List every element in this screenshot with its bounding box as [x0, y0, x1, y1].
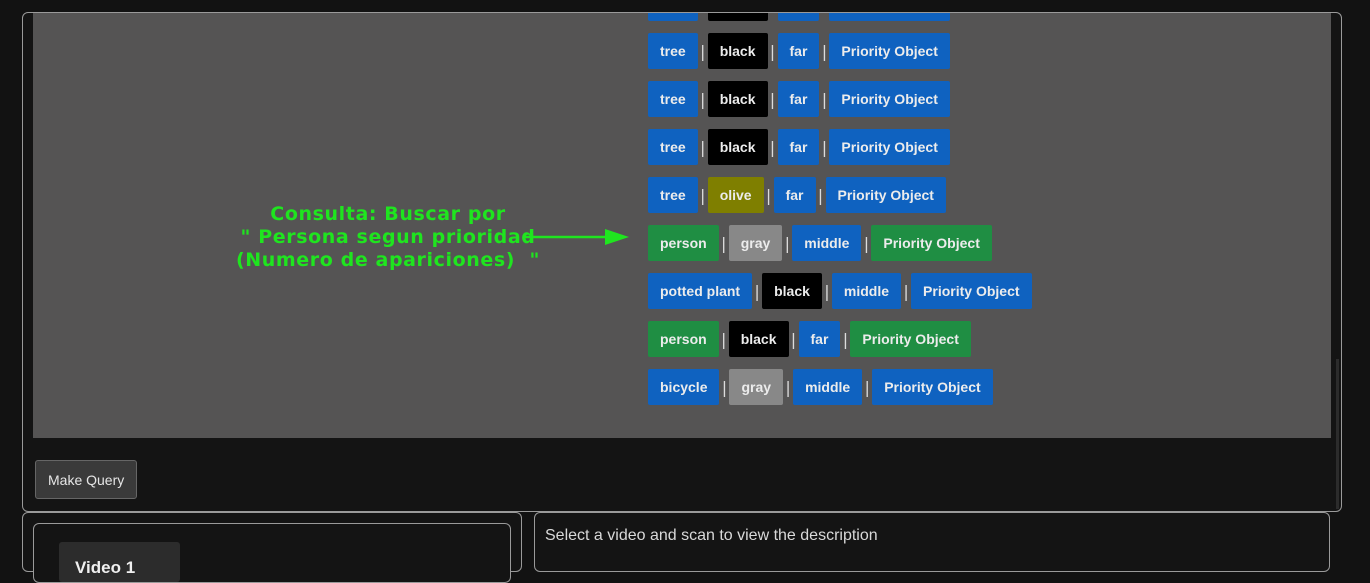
video-list-panel: Video 1: [22, 512, 522, 583]
distance-tag[interactable]: far: [777, 81, 820, 117]
tag-separator: |: [842, 329, 849, 349]
priority-tag[interactable]: Priority Object: [829, 81, 950, 117]
priority-tag[interactable]: Priority Object: [829, 129, 950, 165]
distance-tag[interactable]: far: [773, 177, 816, 213]
annotation-line-3: (Numero de apariciones) ": [235, 249, 541, 271]
result-row: tree|black|far|Priority Object: [648, 81, 950, 117]
priority-tag[interactable]: Priority Object: [871, 225, 992, 261]
tag-separator: |: [720, 233, 727, 253]
result-row: tree|black|far|Priority Object: [648, 33, 950, 69]
query-results-area[interactable]: tree | black | far | Priority Object tree | black…: [33, 13, 1331, 438]
color-tag[interactable]: black: [707, 33, 768, 69]
color-tag[interactable]: black: [707, 129, 768, 165]
tag-separator: |: [821, 89, 828, 109]
tag-separator: |: [821, 137, 828, 157]
tag-separator: |: [790, 329, 797, 349]
object-tag[interactable]: tree: [648, 129, 698, 165]
result-row: bicycle | gray | middle | Priority Object: [648, 369, 993, 405]
object-tag[interactable]: potted plant: [648, 273, 753, 309]
tag-separator: |: [699, 41, 706, 61]
object-tag[interactable]: tree: [648, 13, 698, 21]
priority-tag[interactable]: Priority Object: [825, 177, 946, 213]
object-tag[interactable]: person: [648, 225, 719, 261]
distance-tag[interactable]: far: [777, 33, 820, 69]
distance-tag[interactable]: middle: [831, 273, 902, 309]
video-tab[interactable]: Video 1: [59, 542, 180, 582]
color-tag[interactable]: black: [728, 321, 789, 357]
tag-separator: |: [769, 89, 776, 109]
tag-separator: |: [824, 281, 830, 301]
result-row: person | black | far | Priority Object: [648, 321, 971, 357]
color-tag[interactable]: black: [762, 273, 822, 309]
tag-separator: |: [864, 377, 870, 397]
result-row: potted plant | black | middle | Priority Objec…: [648, 273, 1032, 309]
result-row: tree|black|far|Priority Object: [648, 129, 950, 165]
tag-separator: |: [821, 41, 828, 61]
result-row: person | gray | middle | Priority Object: [648, 225, 992, 261]
distance-tag[interactable]: middle: [793, 369, 863, 405]
object-tag[interactable]: tree: [648, 33, 698, 69]
tag-separator: |: [721, 377, 728, 397]
priority-tag[interactable]: Priority Object: [829, 13, 950, 21]
distance-tag[interactable]: middle: [792, 225, 862, 261]
tag-separator: |: [699, 185, 706, 205]
result-row: tree|black|far|Priority Object: [648, 13, 950, 21]
color-tag[interactable]: black: [707, 13, 768, 21]
tag-separator: |: [817, 185, 824, 205]
color-tag[interactable]: black: [707, 81, 768, 117]
annotation-arrow-icon: [525, 229, 629, 245]
query-annotation: Consulta: Buscar por " Persona segun pri…: [208, 203, 568, 272]
tag-separator: |: [785, 377, 791, 397]
tag-separator: |: [784, 233, 790, 253]
annotation-line-1: Consulta: Buscar por: [270, 203, 506, 225]
description-text: Select a video and scan to view the desc…: [545, 527, 878, 544]
distance-tag[interactable]: far: [798, 321, 841, 357]
object-tag[interactable]: tree: [648, 177, 698, 213]
priority-tag[interactable]: Priority Object: [850, 321, 971, 357]
tag-separator: |: [903, 281, 909, 301]
query-panel: tree | black | far | Priority Object tree | black…: [22, 12, 1342, 512]
make-query-button[interactable]: Make Query: [35, 460, 138, 499]
object-tag[interactable]: tree: [648, 81, 698, 117]
result-row: tree | olive | far | Priority Object: [648, 177, 946, 213]
tag-separator: |: [769, 41, 776, 61]
priority-tag[interactable]: Priority Object: [872, 369, 993, 405]
tag-separator: |: [699, 137, 706, 157]
tag-separator: |: [769, 137, 776, 157]
scrollbar[interactable]: [1336, 359, 1339, 509]
tag-separator: |: [765, 185, 772, 205]
tag-separator: |: [720, 329, 727, 349]
tag-separator: |: [754, 281, 760, 301]
priority-tag[interactable]: Priority Object: [911, 273, 1032, 309]
description-panel: Select a video and scan to view the desc…: [534, 512, 1330, 572]
color-tag[interactable]: gray: [728, 225, 783, 261]
distance-tag[interactable]: far: [777, 13, 820, 21]
object-tag[interactable]: person: [648, 321, 719, 357]
annotation-line-2: " Persona segun prioridad: [240, 226, 536, 248]
priority-tag[interactable]: Priority Object: [829, 33, 950, 69]
distance-tag[interactable]: far: [777, 129, 820, 165]
tag-separator: |: [863, 233, 870, 253]
object-tag[interactable]: bicycle: [648, 369, 720, 405]
video-card: Video 1: [33, 523, 511, 583]
color-tag[interactable]: olive: [707, 177, 764, 213]
tag-separator: |: [699, 89, 706, 109]
color-tag[interactable]: gray: [729, 369, 784, 405]
